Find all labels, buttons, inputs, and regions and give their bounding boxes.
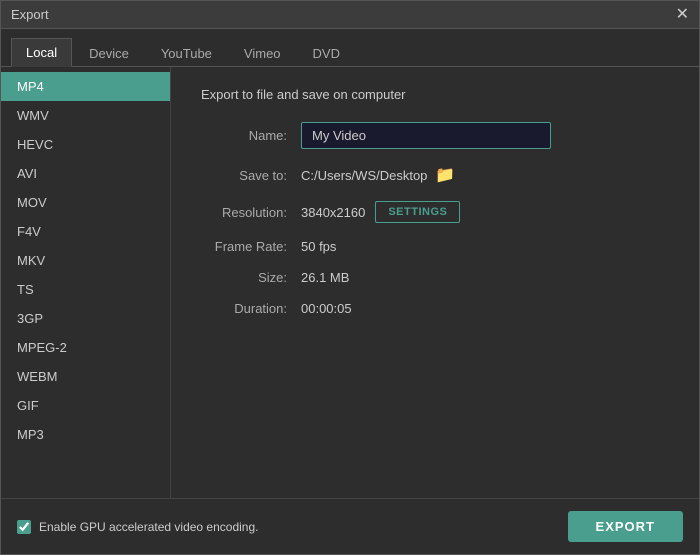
export-description: Export to file and save on computer xyxy=(201,87,669,102)
size-row: Size: 26.1 MB xyxy=(201,270,669,285)
size-value: 26.1 MB xyxy=(301,270,349,285)
sidebar-item-gif[interactable]: GIF xyxy=(1,391,170,420)
save-to-label: Save to: xyxy=(201,168,301,183)
tab-dvd[interactable]: DVD xyxy=(298,39,355,67)
sidebar-item-avi[interactable]: AVI xyxy=(1,159,170,188)
frame-rate-label: Frame Rate: xyxy=(201,239,301,254)
resolution-label: Resolution: xyxy=(201,205,301,220)
content-area: MP4 WMV HEVC AVI MOV F4V MKV TS xyxy=(1,67,699,498)
tab-local[interactable]: Local xyxy=(11,38,72,67)
sidebar-item-f4v[interactable]: F4V xyxy=(1,217,170,246)
name-input[interactable] xyxy=(301,122,551,149)
size-label: Size: xyxy=(201,270,301,285)
folder-icon[interactable]: 📁 xyxy=(435,165,455,185)
save-to-path: C:/Users/WS/Desktop xyxy=(301,168,427,183)
frame-rate-value: 50 fps xyxy=(301,239,336,254)
resolution-value: 3840x2160 xyxy=(301,205,365,220)
save-to-row: Save to: C:/Users/WS/Desktop 📁 xyxy=(201,165,669,185)
close-button[interactable]: ✕ xyxy=(676,7,689,23)
export-button[interactable]: EXPORT xyxy=(568,511,683,542)
tab-vimeo[interactable]: Vimeo xyxy=(229,39,296,67)
sidebar-item-mp3[interactable]: MP3 xyxy=(1,420,170,449)
settings-button[interactable]: SETTINGS xyxy=(375,201,460,223)
duration-label: Duration: xyxy=(201,301,301,316)
sidebar-item-mp4[interactable]: MP4 xyxy=(1,72,170,101)
window-title: Export xyxy=(11,7,49,22)
resolution-row: Resolution: 3840x2160 SETTINGS xyxy=(201,201,669,223)
main-panel: Export to file and save on computer Name… xyxy=(171,67,699,498)
resolution-content: 3840x2160 SETTINGS xyxy=(301,201,460,223)
sidebar-item-hevc[interactable]: HEVC xyxy=(1,130,170,159)
tab-bar: Local Device YouTube Vimeo DVD xyxy=(1,29,699,67)
sidebar-item-3gp[interactable]: 3GP xyxy=(1,304,170,333)
gpu-checkbox[interactable] xyxy=(17,520,31,534)
frame-rate-row: Frame Rate: 50 fps xyxy=(201,239,669,254)
sidebar-item-mkv[interactable]: MKV xyxy=(1,246,170,275)
sidebar-item-webm[interactable]: WEBM xyxy=(1,362,170,391)
duration-row: Duration: 00:00:05 xyxy=(201,301,669,316)
format-sidebar: MP4 WMV HEVC AVI MOV F4V MKV TS xyxy=(1,67,171,498)
sidebar-item-mov[interactable]: MOV xyxy=(1,188,170,217)
gpu-checkbox-area: Enable GPU accelerated video encoding. xyxy=(17,520,258,534)
tab-youtube[interactable]: YouTube xyxy=(146,39,227,67)
tab-device[interactable]: Device xyxy=(74,39,144,67)
footer: Enable GPU accelerated video encoding. E… xyxy=(1,498,699,554)
title-bar: Export ✕ xyxy=(1,1,699,29)
export-window: Export ✕ Local Device YouTube Vimeo DVD … xyxy=(0,0,700,555)
gpu-label: Enable GPU accelerated video encoding. xyxy=(39,520,258,534)
sidebar-item-ts[interactable]: TS xyxy=(1,275,170,304)
name-label: Name: xyxy=(201,128,301,143)
save-to-content: C:/Users/WS/Desktop 📁 xyxy=(301,165,455,185)
sidebar-item-mpeg2[interactable]: MPEG-2 xyxy=(1,333,170,362)
duration-value: 00:00:05 xyxy=(301,301,352,316)
name-row: Name: xyxy=(201,122,669,149)
sidebar-item-wmv[interactable]: WMV xyxy=(1,101,170,130)
